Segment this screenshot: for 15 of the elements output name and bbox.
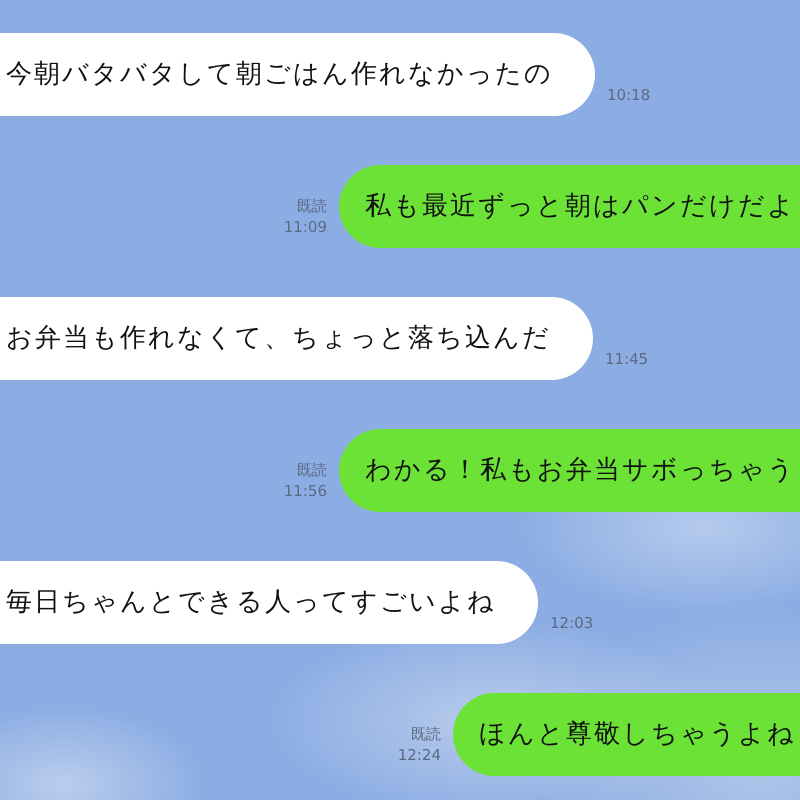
read-receipt: 既読: [297, 196, 327, 217]
message-bubble: お弁当も作れなくて、ちょっと落ち込んだ: [0, 297, 593, 380]
message-bubble: ほんと尊敬しちゃうよね: [453, 693, 800, 776]
read-receipt: 既読: [297, 460, 327, 481]
message-time: 11:09: [284, 217, 327, 238]
message-bubble: 私も最近ずっと朝はパンだけだよ: [339, 165, 800, 248]
message-bubble: わかる！私もお弁当サボっちゃう: [339, 429, 800, 512]
read-receipt: 既読: [411, 724, 441, 745]
message-time: 10:18: [607, 85, 650, 106]
message-bubble: 毎日ちゃんとできる人ってすごいよね: [0, 561, 538, 644]
message-time: 12:24: [398, 745, 441, 766]
message-time: 12:03: [550, 613, 594, 634]
message-time: 11:56: [284, 481, 327, 502]
message-bubble: 今朝バタバタして朝ごはん作れなかったの: [0, 33, 595, 116]
message-time: 11:45: [605, 349, 648, 370]
